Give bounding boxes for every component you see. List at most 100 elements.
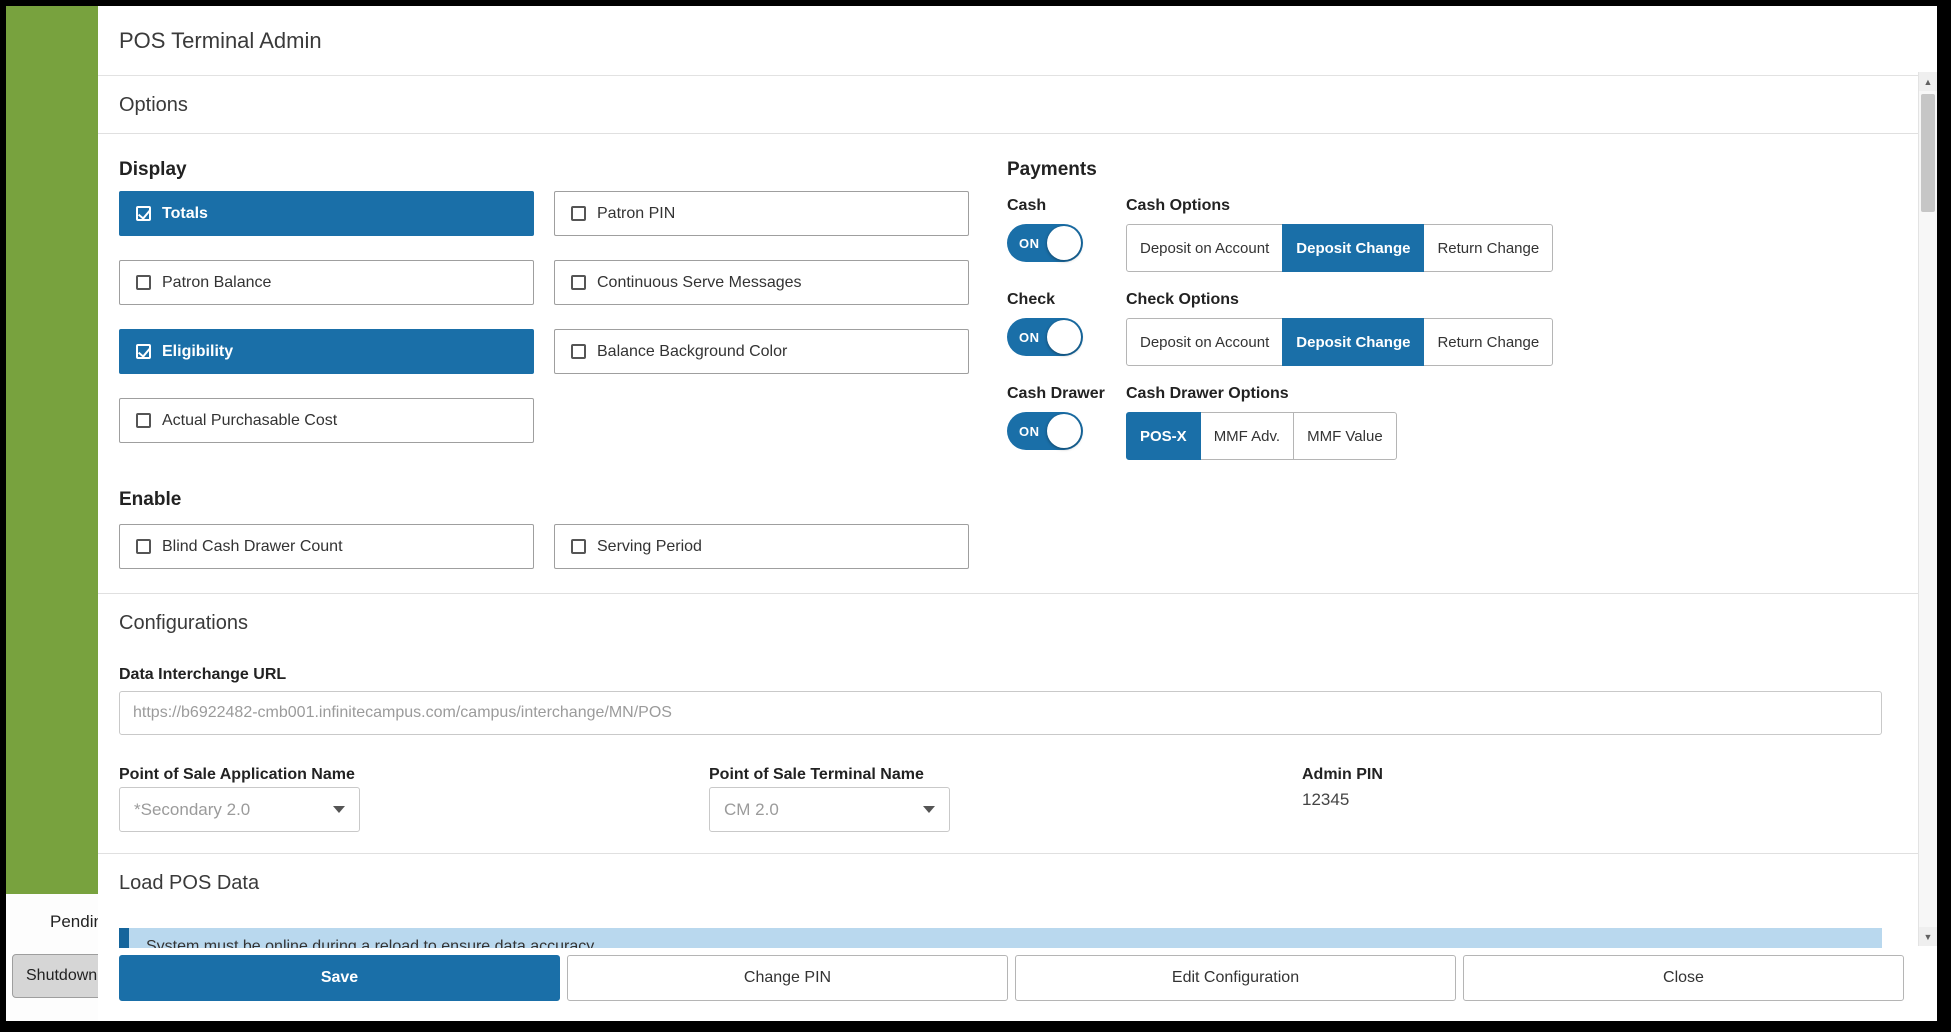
toggle-state-text: ON (1019, 330, 1040, 345)
dialog-title: POS Terminal Admin (98, 6, 1937, 76)
cash-drawer-options-label: Cash Drawer Options (1126, 385, 1289, 402)
toggle-knob-icon (1047, 226, 1081, 260)
cash-payment-row: Cash ON Cash Options Deposit on Account … (1007, 196, 1554, 272)
cash-drawer-toggle-group: Cash Drawer ON (1007, 384, 1126, 460)
display-option-patron-pin[interactable]: Patron PIN (554, 191, 969, 236)
edit-configuration-button[interactable]: Edit Configuration (1015, 955, 1456, 1001)
cash-option-deposit-on-account[interactable]: Deposit on Account (1126, 224, 1284, 272)
dropdown-value: *Secondary 2.0 (134, 799, 251, 819)
checkbox-unchecked-icon (571, 206, 586, 221)
admin-pin-value: 12345 (1302, 790, 1350, 809)
app-background-strip (6, 6, 98, 1021)
payments-heading: Payments (1007, 159, 1097, 180)
checkbox-unchecked-icon (571, 344, 586, 359)
enable-heading: Enable (119, 489, 182, 510)
admin-pin-field: Admin PIN 12345 (1302, 765, 1882, 832)
cash-drawer-toggle[interactable]: ON (1007, 412, 1083, 450)
check-toggle[interactable]: ON (1007, 318, 1083, 356)
display-option-continuous-serve-messages[interactable]: Continuous Serve Messages (554, 260, 969, 305)
configurations-section-body: Data Interchange URL Point of Sale Appli… (98, 651, 1937, 853)
shutdown-button[interactable]: Shutdown (12, 954, 108, 998)
check-toggle-group: Check ON (1007, 290, 1126, 366)
app-bottom-left-panel: Pending Shutdown (6, 894, 112, 1021)
change-pin-button[interactable]: Change PIN (567, 955, 1008, 1001)
cash-option-deposit-change[interactable]: Deposit Change (1282, 224, 1425, 272)
display-option-totals[interactable]: Totals (119, 191, 534, 236)
scrollbar-thumb[interactable] (1921, 94, 1935, 212)
save-button[interactable]: Save (119, 955, 560, 1001)
check-options-group: Check Options Deposit on Account Deposit… (1126, 290, 1554, 366)
checkbox-label: Eligibility (162, 342, 234, 360)
toggle-knob-icon (1047, 414, 1081, 448)
checkbox-unchecked-icon (571, 275, 586, 290)
dialog-scrollbar[interactable]: ▲ ▼ (1918, 72, 1937, 946)
payments-column: Payments Cash ON Cash Options Deposit on… (1007, 158, 1554, 569)
cash-drawer-row: Cash Drawer ON Cash Drawer Options POS-X… (1007, 384, 1553, 460)
display-options-grid: Totals Patron PIN Patron Balance Continu… (119, 191, 969, 443)
enable-option-serving-period[interactable]: Serving Period (554, 524, 969, 569)
options-section-body: Display Totals Patron PIN Patron Balance… (98, 134, 1937, 593)
check-options-label: Check Options (1126, 291, 1239, 308)
display-enable-column: Display Totals Patron PIN Patron Balance… (119, 158, 969, 569)
toggle-state-text: ON (1019, 236, 1040, 251)
close-button[interactable]: Close (1463, 955, 1904, 1001)
cash-drawer-option-mmf-value[interactable]: MMF Value (1293, 412, 1397, 460)
cash-drawer-option-pos-x[interactable]: POS-X (1126, 412, 1201, 460)
cash-toggle[interactable]: ON (1007, 224, 1083, 262)
dropdown-caret-icon (333, 806, 345, 813)
configurations-section-header: Configurations (98, 593, 1937, 651)
checkbox-label: Actual Purchasable Cost (162, 411, 338, 429)
checkbox-label: Serving Period (597, 537, 702, 555)
scroll-up-arrow-icon[interactable]: ▲ (1919, 72, 1937, 91)
cash-drawer-options-segmented-control: POS-X MMF Adv. MMF Value (1126, 412, 1397, 460)
terminal-name-field: Point of Sale Terminal Name CM 2.0 (709, 765, 1302, 832)
load-pos-data-section-header: Load POS Data (98, 853, 1937, 911)
display-option-balance-background-color[interactable]: Balance Background Color (554, 329, 969, 374)
display-option-actual-purchasable-cost[interactable]: Actual Purchasable Cost (119, 398, 534, 443)
application-name-field: Point of Sale Application Name *Secondar… (119, 765, 709, 832)
enable-options-grid: Blind Cash Drawer Count Serving Period (119, 524, 969, 569)
checkbox-label: Balance Background Color (597, 342, 788, 360)
checkbox-checked-icon (136, 206, 151, 221)
display-option-patron-balance[interactable]: Patron Balance (119, 260, 534, 305)
checkbox-unchecked-icon (136, 413, 151, 428)
scroll-down-arrow-icon[interactable]: ▼ (1919, 927, 1937, 946)
cash-drawer-option-mmf-adv[interactable]: MMF Adv. (1199, 412, 1295, 460)
data-interchange-url-label: Data Interchange URL (119, 666, 287, 683)
toggle-knob-icon (1047, 320, 1081, 354)
options-section-header: Options (98, 76, 1937, 134)
check-toggle-label: Check (1007, 291, 1056, 308)
display-heading: Display (119, 159, 187, 180)
data-interchange-url-input[interactable] (119, 691, 1882, 735)
display-option-eligibility[interactable]: Eligibility (119, 329, 534, 374)
cash-options-label: Cash Options (1126, 197, 1231, 214)
terminal-name-dropdown[interactable]: CM 2.0 (709, 787, 950, 832)
checkbox-label: Totals (162, 204, 208, 222)
cash-toggle-label: Cash (1007, 197, 1047, 214)
checkbox-unchecked-icon (136, 539, 151, 554)
cash-options-group: Cash Options Deposit on Account Deposit … (1126, 196, 1554, 272)
cash-drawer-toggle-label: Cash Drawer (1007, 385, 1105, 402)
cash-options-segmented-control: Deposit on Account Deposit Change Return… (1126, 224, 1554, 272)
check-options-segmented-control: Deposit on Account Deposit Change Return… (1126, 318, 1554, 366)
checkbox-label: Patron PIN (597, 204, 676, 222)
check-option-return-change[interactable]: Return Change (1423, 318, 1554, 366)
enable-option-blind-cash-drawer-count[interactable]: Blind Cash Drawer Count (119, 524, 534, 569)
application-name-label: Point of Sale Application Name (119, 766, 355, 783)
pos-terminal-admin-dialog: POS Terminal Admin Options Display Total… (98, 6, 1937, 1021)
dropdown-caret-icon (923, 806, 935, 813)
dialog-footer: Save Change PIN Edit Configuration Close (98, 948, 1937, 1021)
cash-toggle-group: Cash ON (1007, 196, 1126, 272)
checkbox-label: Continuous Serve Messages (597, 273, 802, 291)
cash-option-return-change[interactable]: Return Change (1423, 224, 1554, 272)
checkbox-checked-icon (136, 344, 151, 359)
check-option-deposit-on-account[interactable]: Deposit on Account (1126, 318, 1284, 366)
check-payment-row: Check ON Check Options Deposit on Accoun… (1007, 290, 1554, 366)
check-option-deposit-change[interactable]: Deposit Change (1282, 318, 1425, 366)
configuration-fields-row: Point of Sale Application Name *Secondar… (119, 765, 1882, 832)
checkbox-label: Blind Cash Drawer Count (162, 537, 343, 555)
dropdown-value: CM 2.0 (724, 799, 779, 819)
cash-drawer-options-group: Cash Drawer Options POS-X MMF Adv. MMF V… (1126, 384, 1397, 460)
application-name-dropdown[interactable]: *Secondary 2.0 (119, 787, 360, 832)
checkbox-unchecked-icon (136, 275, 151, 290)
